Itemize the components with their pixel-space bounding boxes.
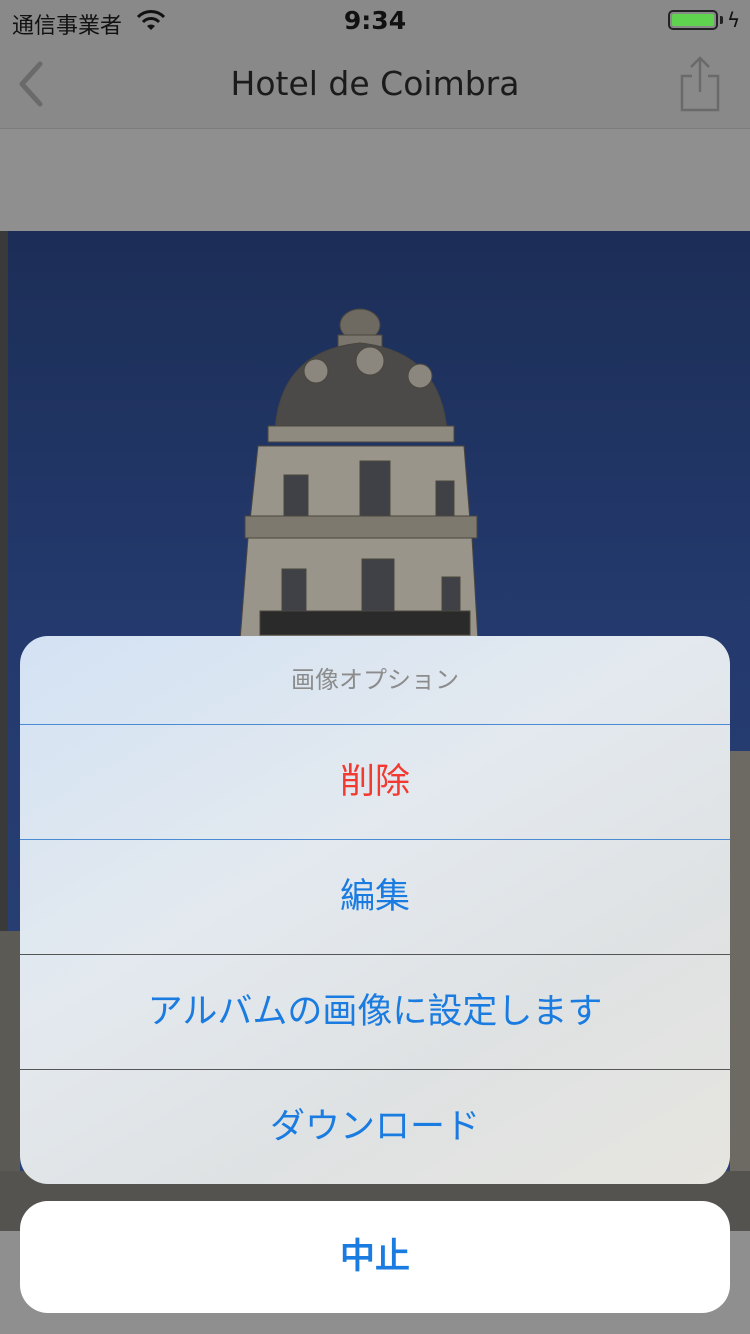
- image-options-action-sheet: 画像オプション 削除 編集 アルバムの画像に設定します ダウンロード: [20, 636, 730, 1184]
- navigation-bar: Hotel de Coimbra: [0, 40, 750, 129]
- delete-button[interactable]: 削除: [20, 725, 730, 840]
- content-header-area: [0, 129, 750, 231]
- edit-button[interactable]: 編集: [20, 840, 730, 955]
- status-time: 9:34: [343, 6, 407, 35]
- battery-icon: [668, 10, 718, 30]
- share-icon: [680, 56, 720, 112]
- cancel-button[interactable]: 中止: [20, 1201, 730, 1313]
- battery-cap: [720, 16, 723, 24]
- action-sheet-title: 画像オプション: [20, 636, 730, 725]
- set-as-album-image-button[interactable]: アルバムの画像に設定します: [20, 955, 730, 1070]
- download-button[interactable]: ダウンロード: [20, 1070, 730, 1184]
- charging-icon: ϟ: [727, 8, 741, 32]
- share-button[interactable]: [676, 54, 724, 114]
- page-title: Hotel de Coimbra: [230, 64, 520, 103]
- status-bar: 通信事業者 9:34 ϟ: [0, 0, 750, 40]
